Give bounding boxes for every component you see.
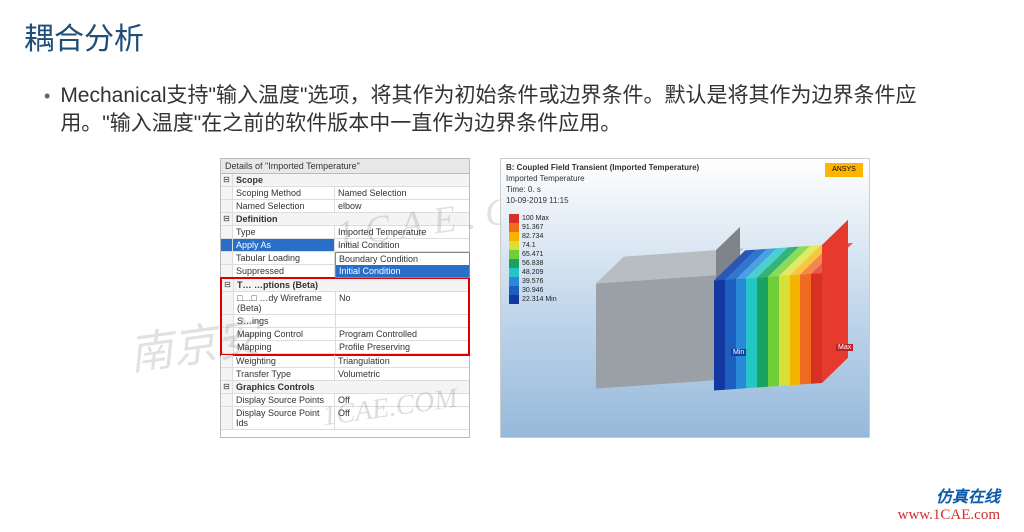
category-graphics-controls[interactable]: ⊟ Graphics Controls xyxy=(221,381,469,394)
row-weighting[interactable]: Weighting Triangulation xyxy=(221,355,469,368)
row-wireframe[interactable]: □…□ …dy Wireframe (Beta) No xyxy=(222,292,468,315)
collapse-icon[interactable]: ⊟ xyxy=(222,279,234,291)
highlighted-options-box: ⊟ T… …ptions (Beta) □…□ …dy Wireframe (B… xyxy=(220,277,470,356)
row-transfer-type[interactable]: Transfer Type Volumetric xyxy=(221,368,469,381)
row-scoping-method[interactable]: Scoping Method Named Selection xyxy=(221,187,469,200)
category-options-beta[interactable]: ⊟ T… …ptions (Beta) xyxy=(222,279,468,292)
footer-url: www.1CAE.com xyxy=(898,507,1000,524)
bullet-text: Mechanical支持"输入温度"选项，将其作为初始条件或边界条件。默认是将其… xyxy=(60,82,980,138)
gray-cube xyxy=(596,249,726,378)
category-label: Definition xyxy=(233,213,469,225)
collapse-icon[interactable]: ⊟ xyxy=(221,381,233,393)
collapse-icon[interactable]: ⊟ xyxy=(221,213,233,225)
row-mapping-control[interactable]: Mapping Control Program Controlled xyxy=(222,328,468,341)
row-type[interactable]: Type Imported Temperature xyxy=(221,226,469,239)
ansys-viewport[interactable]: B: Coupled Field Transient (Imported Tem… xyxy=(500,158,870,438)
category-label: T… …ptions (Beta) xyxy=(234,279,468,291)
max-label: Max xyxy=(836,344,853,351)
details-panel-title: Details of "Imported Temperature" xyxy=(221,159,469,174)
dropdown-option-initial[interactable]: Initial Condition xyxy=(336,265,469,277)
row-mapping[interactable]: Mapping Profile Preserving xyxy=(222,341,468,354)
dropdown-option-boundary[interactable]: Boundary Condition xyxy=(336,253,469,265)
category-definition[interactable]: ⊟ Definition xyxy=(221,213,469,226)
category-label: Graphics Controls xyxy=(233,381,469,393)
min-label: Min xyxy=(731,349,746,356)
cube-scene: Min Max xyxy=(576,234,856,424)
apply-as-dropdown[interactable]: Boundary Condition Initial Condition xyxy=(335,252,470,278)
row-display-source-point-ids[interactable]: Display Source Point Ids Off xyxy=(221,407,469,430)
row-named-selection[interactable]: Named Selection elbow xyxy=(221,200,469,213)
bullet-dot-icon: • xyxy=(44,82,50,110)
color-legend: 100 Max91.36782.73474.165.47156.83848.20… xyxy=(509,214,557,304)
ansys-logo: ANSYS xyxy=(825,163,863,177)
collapse-icon[interactable]: ⊟ xyxy=(221,174,233,186)
bullet-item: • Mechanical支持"输入温度"选项，将其作为初始条件或边界条件。默认是… xyxy=(0,58,1024,138)
row-display-source-points[interactable]: Display Source Points Off xyxy=(221,394,469,407)
page-title: 耦合分析 xyxy=(0,0,1024,58)
viz-header: B: Coupled Field Transient (Imported Tem… xyxy=(506,162,699,206)
category-label: Scope xyxy=(233,174,469,186)
category-scope[interactable]: ⊟ Scope xyxy=(221,174,469,187)
footer-cn: 仿真在线 xyxy=(898,483,1000,507)
footer-brand: 仿真在线 www.1CAE.com xyxy=(898,483,1000,524)
row-settings[interactable]: S…ings xyxy=(222,315,468,328)
rainbow-cube xyxy=(714,243,844,387)
row-apply-as[interactable]: Apply As Initial Condition Boundary Cond… xyxy=(221,239,469,252)
details-panel: Details of "Imported Temperature" ⊟ Scop… xyxy=(220,158,470,438)
